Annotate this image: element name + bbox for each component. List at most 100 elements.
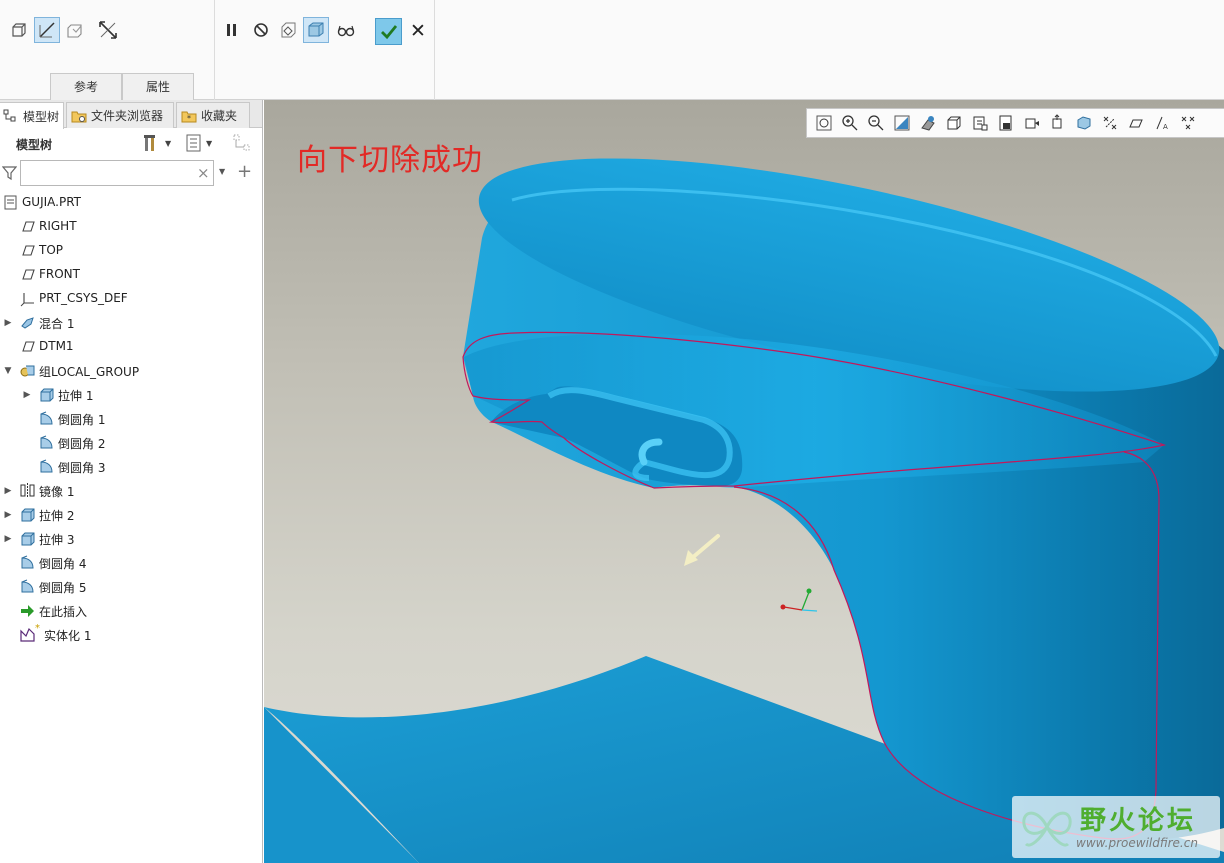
tree-item-label: FRONT bbox=[39, 267, 80, 281]
round-icon bbox=[40, 435, 53, 449]
expand-icon[interactable]: ▶ bbox=[22, 390, 32, 400]
tree-item-label: PRT_CSYS_DEF bbox=[39, 291, 128, 305]
csys-display-button[interactable] bbox=[1175, 111, 1200, 135]
tree-header: 模型树 ▼ ▼ bbox=[0, 128, 262, 158]
forum-watermark: 野火论坛 www.proewildfire.cn bbox=[1012, 796, 1220, 858]
solidify-icon bbox=[20, 627, 35, 642]
tree-item[interactable]: RIGHT bbox=[0, 215, 262, 239]
tree-item[interactable]: DTM1 bbox=[0, 335, 262, 359]
tab-model-tree[interactable]: 模型树 bbox=[0, 102, 64, 129]
search-dropdown-arrow-icon[interactable]: ▼ bbox=[219, 167, 225, 176]
standard-orientation-icon bbox=[947, 116, 960, 130]
preview-group bbox=[215, 0, 435, 100]
tab-references[interactable]: 参考 bbox=[50, 73, 122, 100]
annotation-display-button[interactable] bbox=[1071, 111, 1096, 135]
tree-filters-button[interactable] bbox=[232, 133, 252, 153]
collapse-icon[interactable]: ▼ bbox=[3, 366, 13, 376]
tree-item[interactable]: ▶ 拉伸 1 bbox=[0, 383, 262, 407]
feature-preview-icon[interactable] bbox=[303, 17, 329, 43]
expand-icon[interactable]: ▶ bbox=[3, 486, 13, 496]
refit-button[interactable] bbox=[811, 111, 836, 135]
tree-item-label: RIGHT bbox=[39, 219, 77, 233]
tree-item[interactable]: ▶ 混合 1 bbox=[0, 311, 262, 335]
plane-display-button[interactable] bbox=[1097, 111, 1122, 135]
tree-columns-icon bbox=[233, 134, 250, 151]
tree-item[interactable]: 倒圆角 2 bbox=[0, 431, 262, 455]
tree-item-label: 倒圆角 3 bbox=[58, 461, 106, 475]
tree-item[interactable]: ▼ 组LOCAL_GROUP bbox=[0, 359, 262, 383]
tree-item[interactable]: GUJIA.PRT bbox=[0, 191, 262, 215]
display-style-button[interactable] bbox=[915, 111, 940, 135]
view-manager-button[interactable] bbox=[993, 111, 1018, 135]
tree-item[interactable]: 在此插入 bbox=[0, 599, 262, 623]
tree-item-label: 拉伸 3 bbox=[39, 533, 75, 547]
settings-dropdown[interactable]: ▼ bbox=[143, 133, 171, 153]
point-display-button[interactable]: A bbox=[1149, 111, 1174, 135]
tree-item[interactable]: 实体化 1 * bbox=[0, 623, 262, 647]
tree-item[interactable]: 倒圆角 4 bbox=[0, 551, 262, 575]
svg-text:A: A bbox=[1163, 123, 1168, 131]
tree-item[interactable]: FRONT bbox=[0, 263, 262, 287]
show-dropdown[interactable]: ▼ bbox=[186, 133, 212, 153]
pause-icon[interactable] bbox=[219, 17, 245, 43]
view-toolbar: A bbox=[806, 108, 1224, 138]
clear-icon[interactable]: × bbox=[197, 164, 210, 182]
tab-folder-browser-label: 文件夹浏览器 bbox=[91, 109, 164, 123]
navigator-panel: 模型树 文件夹浏览器 * 收藏夹 模型树 ▼ ▼ × ▼ + GUJIA.PRT… bbox=[0, 100, 263, 863]
zoom-out-button[interactable] bbox=[863, 111, 888, 135]
glasses-icon[interactable] bbox=[333, 17, 359, 43]
flip-direction-icon[interactable] bbox=[95, 17, 121, 43]
perspective-button[interactable] bbox=[1019, 111, 1044, 135]
forum-logo-icon bbox=[1022, 811, 1072, 847]
ok-button[interactable] bbox=[375, 18, 402, 45]
pending-marker-icon: * bbox=[35, 623, 40, 634]
extrude-icon bbox=[21, 532, 35, 546]
favorites-icon: * bbox=[181, 111, 197, 123]
verify-icon[interactable] bbox=[276, 17, 302, 43]
expand-icon[interactable]: ▶ bbox=[3, 318, 13, 328]
zoom-in-button[interactable] bbox=[837, 111, 862, 135]
graphics-area[interactable]: 向下切除成功 A 野火论坛 www.proewildfire.cn bbox=[264, 100, 1224, 863]
zoom-out-icon bbox=[867, 115, 883, 131]
solid-icon[interactable] bbox=[6, 17, 32, 43]
tab-model-tree-label: 模型树 bbox=[23, 109, 60, 124]
tree-item[interactable]: ▶ 镜像 1 bbox=[0, 479, 262, 503]
tree-item-label: TOP bbox=[39, 243, 64, 257]
dropdown-arrow-icon: ▼ bbox=[206, 138, 213, 148]
tab-folder-browser[interactable]: 文件夹浏览器 bbox=[66, 102, 174, 128]
csys-icon bbox=[20, 293, 34, 307]
expand-icon[interactable]: ▶ bbox=[3, 534, 13, 544]
direction-arrow-icon[interactable] bbox=[684, 534, 720, 566]
cancel-button[interactable]: ✕ bbox=[408, 20, 428, 42]
tree-item[interactable]: 倒圆角 3 bbox=[0, 455, 262, 479]
tree-item[interactable]: PRT_CSYS_DEF bbox=[0, 287, 262, 311]
watermark-url: www.proewildfire.cn bbox=[1076, 836, 1198, 850]
round-icon bbox=[21, 579, 34, 593]
tab-favorites[interactable]: * 收藏夹 bbox=[176, 102, 250, 128]
axis-display-button[interactable] bbox=[1123, 111, 1148, 135]
tree-item[interactable]: TOP bbox=[0, 239, 262, 263]
repaint-button[interactable] bbox=[889, 111, 914, 135]
round-icon bbox=[40, 459, 53, 473]
saved-views-button[interactable] bbox=[967, 111, 992, 135]
spin-center-button[interactable] bbox=[1045, 111, 1070, 135]
saved-views-icon bbox=[973, 116, 987, 131]
filter-icon bbox=[2, 166, 17, 181]
repaint-icon bbox=[894, 115, 909, 131]
tree-search-input[interactable] bbox=[20, 160, 214, 186]
tree-item-label: GUJIA.PRT bbox=[22, 195, 82, 209]
expand-icon[interactable]: ▶ bbox=[3, 510, 13, 520]
tree-item[interactable]: 倒圆角 1 bbox=[0, 407, 262, 431]
standard-orientation-button[interactable] bbox=[941, 111, 966, 135]
part-model[interactable] bbox=[264, 100, 1224, 863]
tab-favorites-label: 收藏夹 bbox=[201, 109, 238, 123]
surface-icon[interactable] bbox=[34, 17, 60, 43]
tab-properties[interactable]: 属性 bbox=[122, 73, 194, 100]
add-filter-button[interactable]: + bbox=[237, 161, 252, 182]
tree-item[interactable]: ▶ 拉伸 2 bbox=[0, 503, 262, 527]
tree-item[interactable]: 倒圆角 5 bbox=[0, 575, 262, 599]
tree-item[interactable]: ▶ 拉伸 3 bbox=[0, 527, 262, 551]
no-preview-icon[interactable] bbox=[248, 17, 274, 43]
filter-row: × ▼ + bbox=[0, 158, 262, 188]
remove-material-icon[interactable] bbox=[62, 17, 88, 43]
